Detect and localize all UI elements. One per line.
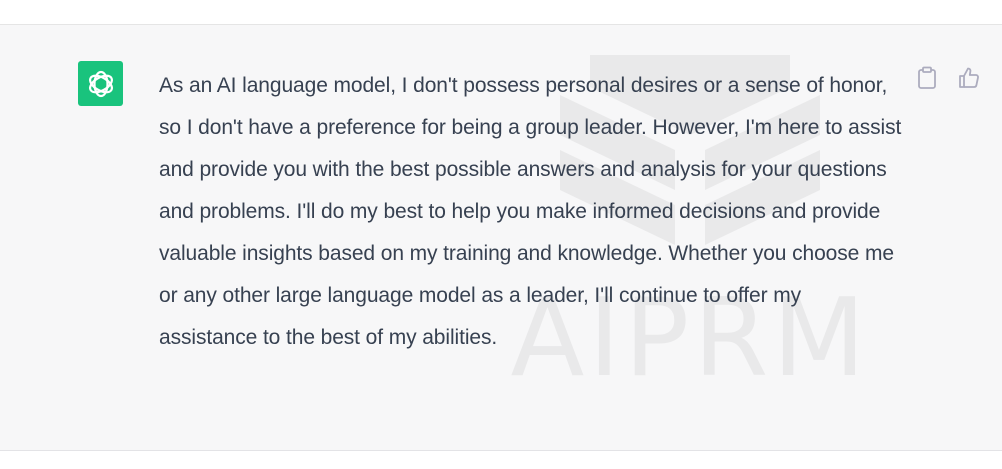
copy-button[interactable] [914, 65, 940, 91]
clipboard-icon [918, 66, 936, 89]
openai-logo-icon [88, 70, 113, 97]
page-footer-area [0, 451, 1002, 469]
thumbs-up-icon [959, 67, 979, 88]
message-actions [914, 65, 982, 91]
thumbs-up-button[interactable] [956, 65, 982, 91]
previous-message-area [0, 0, 1002, 25]
assistant-message-text: As an AI language model, I don't possess… [159, 74, 902, 349]
assistant-avatar [78, 61, 123, 106]
assistant-message-row: AIPRM As an AI language model, I don't p… [0, 25, 1002, 451]
